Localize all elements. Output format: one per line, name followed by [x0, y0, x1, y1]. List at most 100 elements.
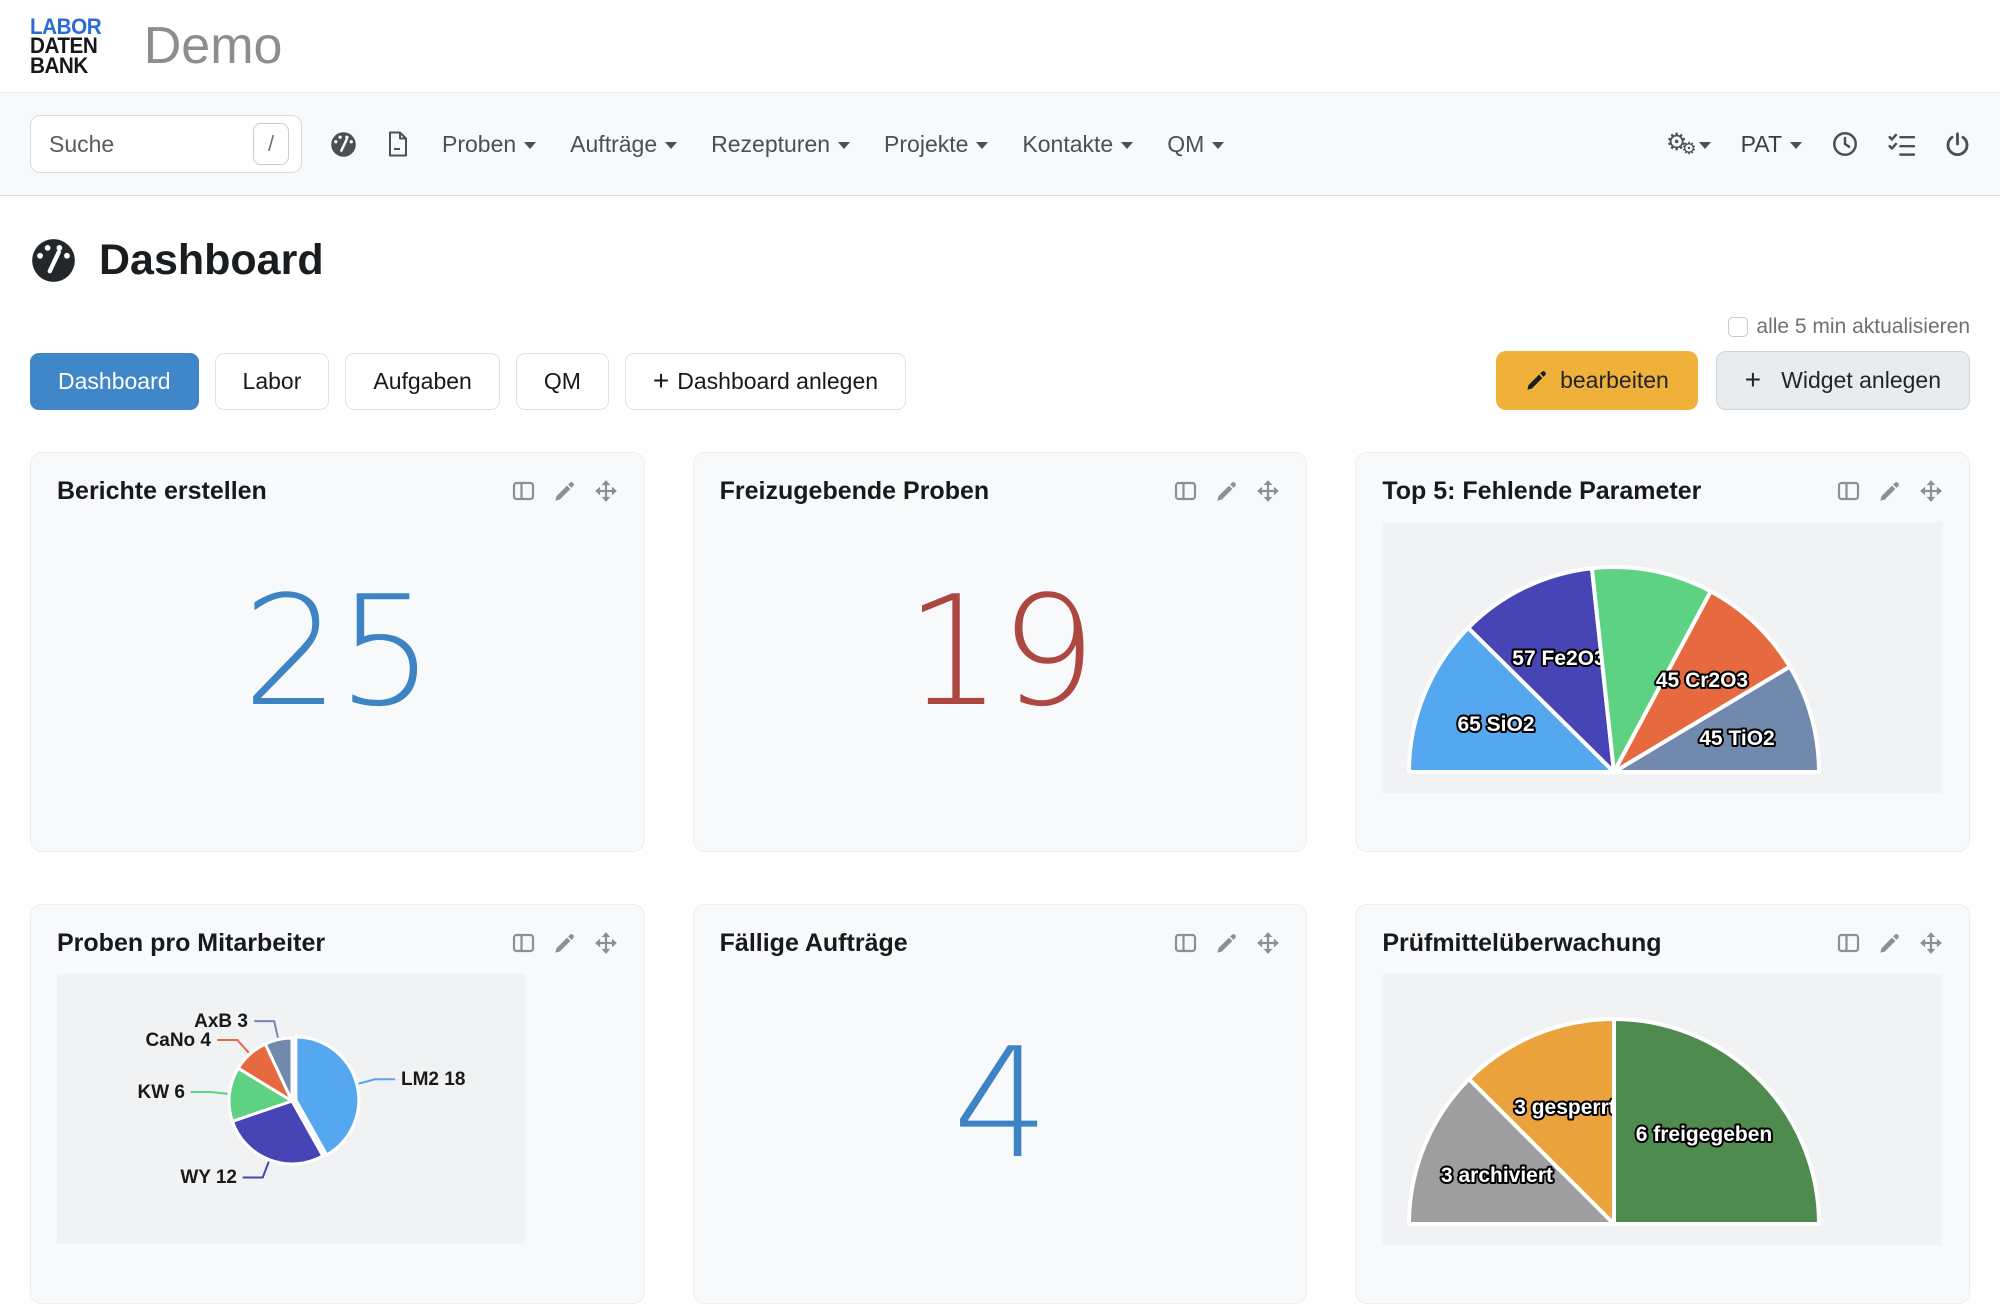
- chevron-down-icon: [665, 142, 677, 149]
- widget-tools: [1837, 931, 1943, 955]
- pencil-icon[interactable]: [553, 480, 576, 503]
- app: LABOR DATEN BANK Demo / Proben Aufträge …: [0, 0, 2000, 1307]
- chevron-down-icon: [1212, 142, 1224, 149]
- add-dashboard-button[interactable]: + Dashboard anlegen: [625, 353, 906, 410]
- pencil-icon[interactable]: [1878, 480, 1901, 503]
- edit-dashboard-button[interactable]: bearbeiten: [1496, 351, 1698, 410]
- dashboard-gauge-icon[interactable]: [330, 131, 357, 158]
- logout-power-icon[interactable]: [1945, 132, 1970, 157]
- slice-label: 6 freigegeben: [1636, 1123, 1773, 1146]
- search-input[interactable]: [49, 131, 219, 158]
- menu-kontakte[interactable]: Kontakte: [1022, 131, 1133, 158]
- search-box[interactable]: /: [30, 115, 302, 173]
- widget-freizugebende-proben: Freizugebende Proben 19: [693, 452, 1308, 852]
- gears-icon: ⚙⚙: [1666, 131, 1691, 157]
- widget-title: Freizugebende Proben: [720, 477, 989, 506]
- widget-value: 19: [905, 563, 1094, 740]
- columns-icon[interactable]: [1174, 480, 1197, 502]
- slice-label: AxB 3: [194, 1011, 248, 1032]
- slice-label: WY 12: [180, 1167, 237, 1188]
- columns-icon[interactable]: [1837, 932, 1860, 954]
- page-content: Dashboard Dashboard Labor Aufgaben QM + …: [0, 236, 2000, 1304]
- auto-refresh-option: alle 5 min aktualisieren: [1728, 315, 1970, 339]
- menu-proben[interactable]: Proben: [442, 131, 536, 158]
- dashboard-buttons: bearbeiten + Widget anlegen: [1496, 351, 1970, 410]
- label-leader-line: [359, 1079, 396, 1083]
- half-pie-chart-pruefmittel: 3 archiviert3 gesperrt6 freigegeben: [1382, 974, 1942, 1240]
- auto-refresh-label: alle 5 min aktualisieren: [1756, 315, 1970, 339]
- chevron-down-icon: [524, 142, 536, 149]
- app-title: Demo: [144, 16, 283, 76]
- widget-berichte-erstellen: Berichte erstellen 25: [30, 452, 645, 852]
- widget-title: Fällige Aufträge: [720, 929, 908, 958]
- auto-refresh-checkbox[interactable]: [1728, 317, 1748, 337]
- pencil-icon[interactable]: [1215, 932, 1238, 955]
- dashboard-controls: alle 5 min aktualisieren bearbeiten + Wi…: [1496, 315, 1970, 410]
- menu-auftraege[interactable]: Aufträge: [570, 131, 677, 158]
- label-leader-line: [217, 1040, 248, 1053]
- menu-qm[interactable]: QM: [1167, 131, 1224, 158]
- chevron-down-icon: [976, 142, 988, 149]
- settings-menu[interactable]: ⚙⚙: [1666, 131, 1711, 157]
- labordatenbank-logo[interactable]: LABOR DATEN BANK: [30, 17, 101, 75]
- pencil-icon: [1525, 369, 1548, 392]
- tab-qm[interactable]: QM: [516, 353, 609, 410]
- move-arrows-icon[interactable]: [1256, 931, 1280, 955]
- pencil-icon[interactable]: [553, 932, 576, 955]
- add-widget-button[interactable]: + Widget anlegen: [1716, 351, 1970, 410]
- pencil-icon[interactable]: [1215, 480, 1238, 503]
- search-shortcut-key: /: [253, 123, 289, 165]
- navbar-right: ⚙⚙ PAT: [1666, 131, 1970, 158]
- chevron-down-icon: [1790, 142, 1802, 149]
- columns-icon[interactable]: [1837, 480, 1860, 502]
- tab-labor[interactable]: Labor: [215, 353, 330, 410]
- columns-icon[interactable]: [1174, 932, 1197, 954]
- widget-proben-pro-mitarbeiter: Proben pro Mitarbeiter LM2 18 WY 12 KW 6 Ca…: [30, 904, 645, 1304]
- widget-tools: [1837, 479, 1943, 503]
- slice-label: LM2 18: [401, 1069, 465, 1090]
- move-arrows-icon[interactable]: [594, 479, 618, 503]
- widget-tools: [1174, 479, 1280, 503]
- plus-icon: +: [653, 370, 669, 392]
- chevron-down-icon: [1699, 142, 1711, 149]
- move-arrows-icon[interactable]: [1256, 479, 1280, 503]
- documents-file-icon[interactable]: [385, 130, 411, 158]
- pie-chart-proben-pro-mitarbeiter: LM2 18 WY 12 KW 6 CaNo 4AxB 3: [57, 974, 525, 1239]
- widget-tools: [512, 931, 618, 955]
- menu-rezepturen[interactable]: Rezepturen: [711, 131, 850, 158]
- slice-label: 57 Fe2O3: [1513, 647, 1606, 670]
- page-head: Dashboard: [30, 236, 1970, 285]
- move-arrows-icon[interactable]: [1919, 479, 1943, 503]
- columns-icon[interactable]: [512, 932, 535, 954]
- pie-slice-6-freigegeben[interactable]: [1614, 1019, 1819, 1224]
- user-name: PAT: [1741, 131, 1782, 158]
- slice-label: 3 gesperrt: [1515, 1096, 1617, 1119]
- widget-top5-fehlende-parameter: Top 5: Fehlende Parameter 65 SiO257 Fe2O…: [1355, 452, 1970, 852]
- history-clock-icon[interactable]: [1832, 131, 1858, 157]
- widget-tools: [512, 479, 618, 503]
- slice-label: 45 Cr2O3: [1656, 669, 1748, 692]
- tab-dashboard[interactable]: Dashboard: [30, 353, 199, 410]
- columns-icon[interactable]: [512, 480, 535, 502]
- half-pie-chart-top5: 65 SiO257 Fe2O345 Cr2O345 TiO2: [1382, 522, 1942, 788]
- move-arrows-icon[interactable]: [1919, 931, 1943, 955]
- chart-area: 3 archiviert3 gesperrt6 freigegeben: [1382, 974, 1942, 1245]
- widget-title: Proben pro Mitarbeiter: [57, 929, 325, 958]
- tab-aufgaben[interactable]: Aufgaben: [345, 353, 499, 410]
- chevron-down-icon: [838, 142, 850, 149]
- tasks-checklist-icon[interactable]: [1888, 132, 1915, 157]
- widget-faellige-auftraege: Fällige Aufträge 4: [693, 904, 1308, 1304]
- pencil-icon[interactable]: [1878, 932, 1901, 955]
- label-leader-line: [243, 1162, 269, 1178]
- menu-projekte[interactable]: Projekte: [884, 131, 988, 158]
- page-title: Dashboard: [99, 236, 324, 285]
- chevron-down-icon: [1121, 142, 1133, 149]
- slice-label: KW 6: [138, 1082, 186, 1103]
- slice-label: CaNo 4: [146, 1030, 212, 1051]
- move-arrows-icon[interactable]: [594, 931, 618, 955]
- main-menu: Proben Aufträge Rezepturen Projekte Kont…: [425, 131, 1241, 158]
- plus-icon: +: [1745, 369, 1761, 391]
- app-header: LABOR DATEN BANK Demo: [0, 0, 2000, 92]
- user-menu[interactable]: PAT: [1741, 131, 1802, 158]
- widget-value: 4: [953, 1015, 1048, 1192]
